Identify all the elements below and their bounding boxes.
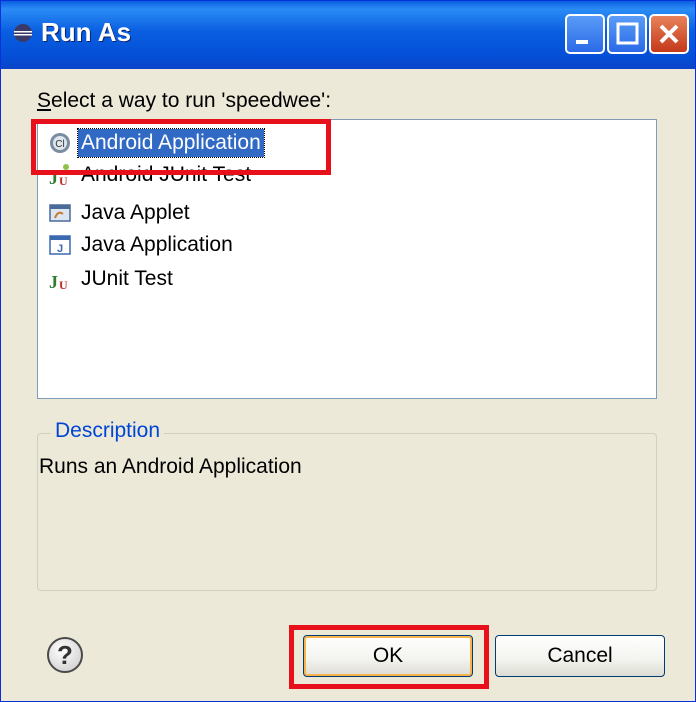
prompt-mnemonic: S [37,89,52,112]
list-item-java-application[interactable]: J Java Application [48,230,236,260]
list-item-java-applet[interactable]: Java Applet [48,198,193,228]
prompt-text: elect a way to run 'speedwee': [51,89,332,112]
description-legend: Description [51,419,165,443]
highlight-box-ok [289,625,489,689]
help-icon[interactable]: ? [47,637,83,673]
description-text: Runs an Android Application [39,455,302,478]
list-item-label: JUnit Test [81,267,173,290]
svg-text:J: J [49,272,58,291]
maximize-button[interactable] [607,14,647,54]
minimize-icon [576,40,588,44]
close-icon [659,24,679,44]
svg-text:J: J [57,243,63,255]
maximize-icon [616,22,639,45]
java-applet-icon [49,204,71,222]
java-application-icon: J [49,235,71,255]
title-bar[interactable]: Run As [1,1,695,69]
list-item-label: Java Application [81,233,233,256]
run-as-dialog: Run As Select a way to run 'speedwee': C… [0,0,696,702]
svg-text:U: U [59,174,68,187]
eclipse-icon [14,24,32,42]
cancel-button[interactable]: Cancel [495,635,665,677]
svg-text:U: U [59,278,68,291]
window-title: Run As [41,17,132,47]
junit-icon: J U [49,272,68,291]
highlight-box-android-application [31,119,331,175]
minimize-button[interactable] [565,14,605,54]
list-item-junit-test[interactable]: J U JUnit Test [48,264,176,294]
list-item-label: Java Applet [81,201,190,224]
close-button[interactable] [649,14,689,54]
select-prompt-label: Select a way to run 'speedwee': [37,89,331,113]
